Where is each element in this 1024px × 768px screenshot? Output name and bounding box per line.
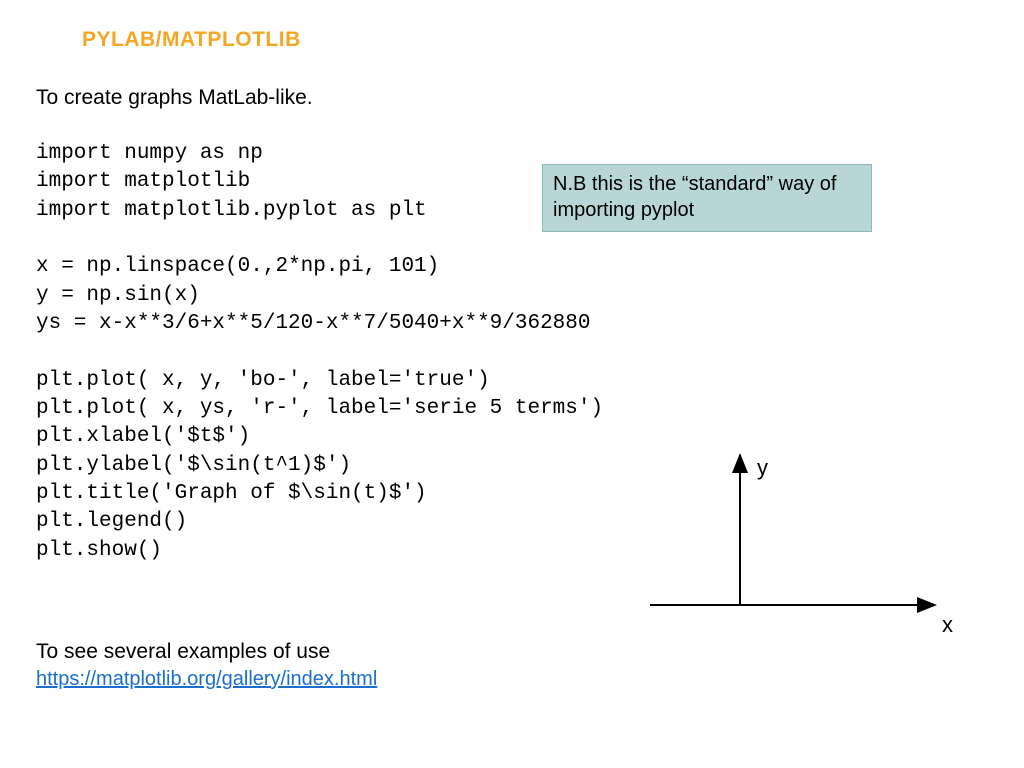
footer-text: To see several examples of use xyxy=(36,640,330,664)
gallery-link[interactable]: https://matplotlib.org/gallery/index.htm… xyxy=(36,668,377,691)
page-title: PYLAB/MATPLOTLIB xyxy=(82,28,301,52)
code-block: import numpy as np import matplotlib imp… xyxy=(36,140,603,565)
intro-text: To create graphs MatLab-like. xyxy=(36,86,313,110)
note-box: N.B this is the “standard” way of import… xyxy=(542,164,872,232)
axis-x-label: x xyxy=(942,612,953,638)
axes-diagram-icon xyxy=(610,445,970,665)
axis-y-label: y xyxy=(757,455,768,481)
